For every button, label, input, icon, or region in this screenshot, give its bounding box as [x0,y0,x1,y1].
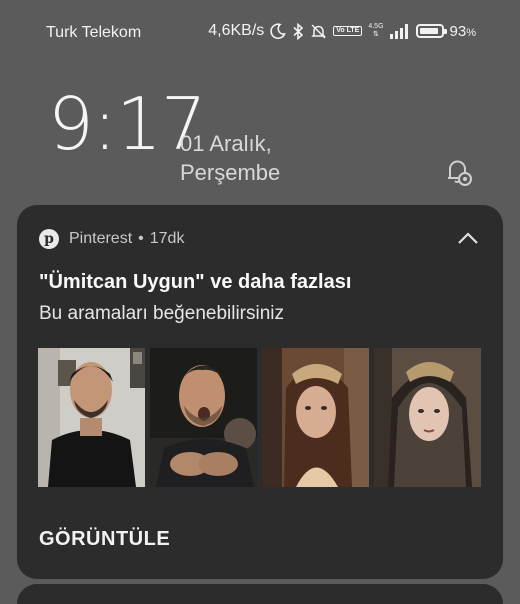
data-arrows-icon: ⇅ [373,31,379,38]
bell-muted-icon [311,23,327,39]
notification-title: "Ümitcan Uygun" ve daha fazlası [39,271,352,293]
battery-percent: 93% [449,22,476,40]
signal-icon [389,23,408,39]
network-speed: 4,6KB/s [208,22,265,39]
network-indicator: 4.5G ⇅ [368,23,383,39]
status-icons: 4,6KB/s Vo LTE 4.5G ⇅ 93% [208,22,476,40]
lockscreen-date: 01 Aralık, Perşembe [180,129,280,187]
view-button[interactable]: GÖRÜNTÜLE [39,528,170,551]
date-weekday: Perşembe [180,160,281,185]
notification-header: p Pinterest • 17dk [39,229,184,249]
battery-icon [415,24,447,38]
bluetooth-icon [293,22,304,40]
image-woman-veil[interactable] [374,348,481,487]
image-man-black-shirt[interactable] [38,348,145,487]
image-strip [38,348,481,487]
carrier-name: Turk Telekom [46,24,142,41]
notification-settings-icon[interactable] [442,155,476,189]
date-day: 01 Aralık, [180,131,272,156]
pinterest-icon: p [39,229,59,249]
image-man-singing[interactable] [150,348,257,487]
notification-body: Bu aramaları beğenebilirsiniz [39,303,285,324]
notification-time: 17dk [149,230,185,247]
app-name: Pinterest [69,230,133,247]
next-notification-card[interactable] [17,584,503,604]
moon-icon [270,23,287,39]
volte-badge: Vo LTE [333,26,363,36]
separator-dot: • [138,230,144,247]
chevron-up-icon[interactable] [457,231,479,245]
notification-card[interactable]: p Pinterest • 17dk "Ümitcan Uygun" ve da… [17,205,503,579]
network-type: 4.5G [368,23,384,30]
battery-fill [419,28,439,34]
image-woman-crown[interactable] [262,348,369,487]
status-bar: Turk Telekom 4,6KB/s Vo LTE 4.5G ⇅ 93% [0,0,520,64]
